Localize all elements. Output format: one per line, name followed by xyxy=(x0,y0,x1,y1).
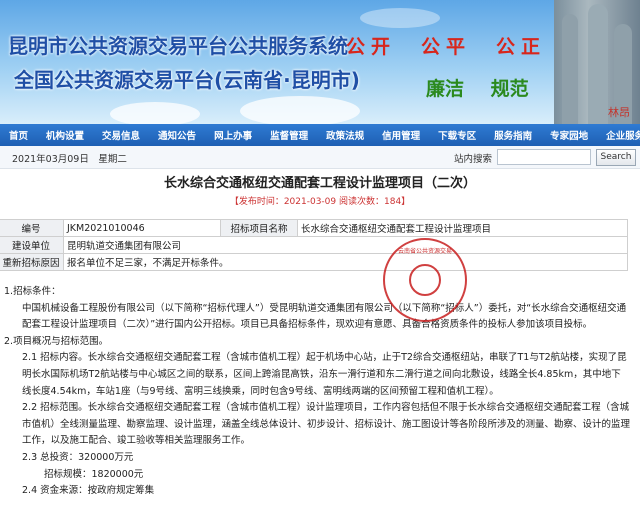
table-row: 编号 JKM2021010046 招标项目名称 长水综合交通枢纽交通配套工程设计… xyxy=(0,219,628,237)
table-label: 建设单位 xyxy=(0,236,64,254)
calligraphy-signature: 林昂 xyxy=(608,106,630,119)
table-row: 建设单位 昆明轨道交通集团有限公司 xyxy=(0,236,628,254)
section-heading: 1.招标条件： xyxy=(4,286,61,297)
table-label: 重新招标原因 xyxy=(0,253,64,271)
nav-notices[interactable]: 通知公告 xyxy=(149,128,205,142)
paragraph: 2.3 总投资：320000万元 xyxy=(22,451,134,463)
official-seal: 云南省公共资源交易 xyxy=(383,238,467,322)
nav-supervision[interactable]: 监督管理 xyxy=(261,128,317,142)
nav-guide[interactable]: 服务指南 xyxy=(485,128,541,142)
table-label: 编号 xyxy=(0,219,64,237)
nav-experts[interactable]: 专家园地 xyxy=(541,128,597,142)
publish-info: 【发布时间：2021-03-09 阅读次数：184】 xyxy=(229,197,411,207)
slogan-top: 公开 公平 公正 xyxy=(346,36,547,58)
paragraph: 中国机械设备工程股份有限公司（以下简称“招标代理人”）受昆明轨道交通集团有限公司… xyxy=(22,302,627,331)
table-value: 报名单位不足三家，不满足开标条件。 xyxy=(63,253,628,271)
section-heading: 2.项目概况与招标范围。 xyxy=(4,335,109,347)
nav-policy[interactable]: 政策法规 xyxy=(317,128,373,142)
paragraph: 招标规模：1820000元 xyxy=(44,468,144,480)
table-value: 昆明轨道交通集团有限公司 xyxy=(63,236,628,254)
search-input[interactable] xyxy=(497,149,591,165)
cloud-decoration xyxy=(240,96,360,124)
cloud-decoration xyxy=(110,102,200,124)
seal-text: 云南省公共资源交易 xyxy=(397,248,452,255)
slogan-word: 规范 xyxy=(490,78,529,100)
table-row: 重新招标原因 报名单位不足三家，不满足开标条件。 xyxy=(0,253,628,271)
site-title-secondary: 全国公共资源交易平台(云南省·昆明市) xyxy=(14,68,360,92)
header-banner: 昆明市公共资源交易平台公共服务系统 全国公共资源交易平台(云南省·昆明市) 公开… xyxy=(0,0,640,124)
nav-online-service[interactable]: 网上办事 xyxy=(205,128,261,142)
project-info-table: 编号 JKM2021010046 招标项目名称 长水综合交通枢纽交通配套工程设计… xyxy=(0,219,628,271)
paragraph: 2.2 招标范围。长水综合交通枢纽交通配套工程（含城市值机工程）设计监理项目，工… xyxy=(22,402,631,447)
nav-home[interactable]: 首页 xyxy=(0,128,37,142)
seal-center-icon xyxy=(409,264,441,296)
table-label: 招标项目名称 xyxy=(220,219,298,237)
info-bar: 2021年03月09日 星期二 站内搜索 Search xyxy=(0,146,640,169)
paragraph: 2.1 招标内容。长水综合交通枢纽交通配套工程（含城市值机工程）起于机场中心站，… xyxy=(22,352,627,397)
slogan-word: 廉洁 xyxy=(426,78,465,100)
article-body: 1.招标条件： 中国机械设备工程股份有限公司（以下简称“招标代理人”）受昆明轨道… xyxy=(0,284,630,500)
table-value: JKM2021010046 xyxy=(63,219,221,237)
site-title-primary: 昆明市公共资源交易平台公共服务系统 xyxy=(8,34,348,58)
search-label: 站内搜索 xyxy=(454,154,493,165)
main-nav: 首页 机构设置 交易信息 通知公告 网上办事 监督管理 政策法规 信用管理 下载… xyxy=(0,124,640,146)
paragraph: 2.4 资金来源：按政府规定筹集 xyxy=(22,485,155,497)
page-title: 长水综合交通枢纽交通配套工程设计监理项目（二次） xyxy=(163,176,476,191)
nav-credit[interactable]: 信用管理 xyxy=(373,128,429,142)
nav-organization[interactable]: 机构设置 xyxy=(37,128,93,142)
cloud-decoration xyxy=(360,8,440,28)
table-value: 长水综合交通枢纽交通配套工程设计监理项目 xyxy=(297,219,628,237)
nav-downloads[interactable]: 下载专区 xyxy=(429,128,485,142)
current-date: 2021年03月09日 星期二 xyxy=(12,154,127,165)
nav-trade-info[interactable]: 交易信息 xyxy=(93,128,149,142)
search-button[interactable]: Search xyxy=(596,149,636,166)
nav-enterprise[interactable]: 企业服务 xyxy=(597,128,640,142)
